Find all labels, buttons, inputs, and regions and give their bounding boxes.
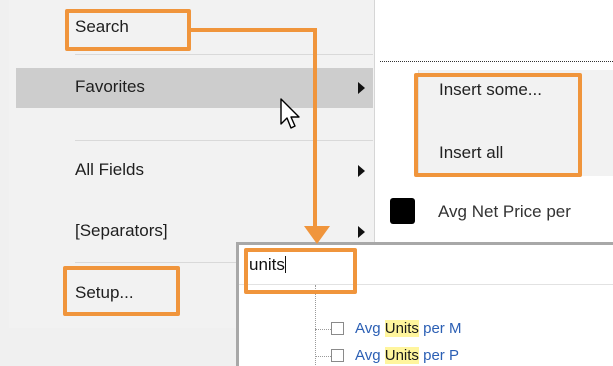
submenu-arrow-icon [358,165,365,177]
menu-separator [75,54,373,55]
color-swatch [390,198,415,224]
tree-connector [315,356,331,357]
mouse-pointer-icon [280,98,300,129]
menu-item-label: Favorites [75,77,145,96]
field-list-item[interactable]: Avg Net Price per [438,202,571,222]
background-left [0,0,9,328]
menu-item-favorites[interactable]: Favorites [16,68,373,108]
callout-search [65,9,191,51]
submenu-arrow-icon [358,226,365,238]
menu-separator [75,140,373,141]
connector-vertical [313,28,317,228]
checkbox[interactable] [331,349,344,362]
callout-insert-options [414,73,582,177]
submenu-arrow-icon [358,82,365,94]
connector-arrow-icon [304,226,330,244]
menu-item-label: [Separators] [75,221,168,240]
callout-search-input [244,248,357,294]
search-result-row[interactable]: Avg Units per M [315,319,613,339]
search-result-row[interactable]: Avg Units per P [315,346,613,366]
callout-setup [63,266,180,316]
tree-connector [315,329,331,330]
connector-horizontal [191,28,317,32]
field-list-divider [380,61,613,62]
search-result-label: Avg Units per P [355,347,459,364]
menu-item-all-fields[interactable]: All Fields [16,151,373,191]
search-result-label: Avg Units per M [355,320,462,337]
menu-item-label: All Fields [75,160,144,179]
checkbox[interactable] [331,322,344,335]
